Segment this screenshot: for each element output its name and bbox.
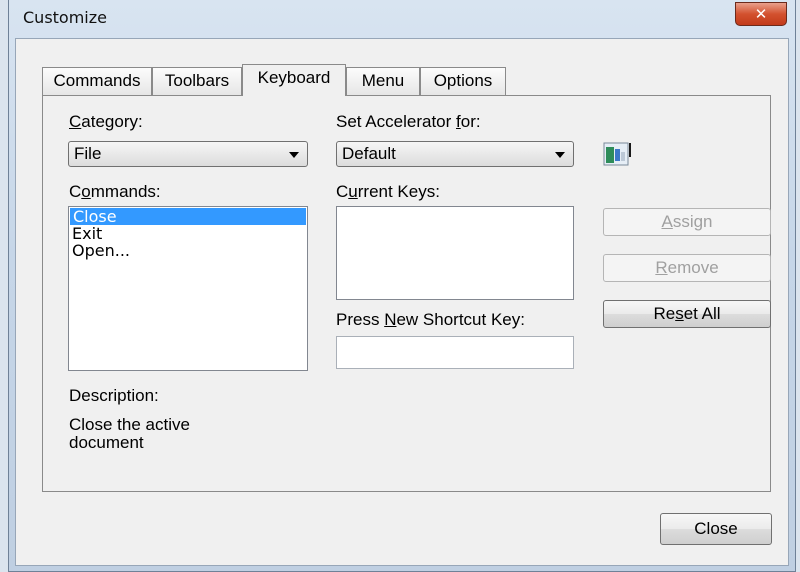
commands-list[interactable]: Close Exit Open... [68, 206, 308, 371]
close-icon: ✕ [754, 5, 768, 23]
tab-toolbars[interactable]: Toolbars [152, 67, 242, 95]
current-keys-list[interactable] [336, 206, 574, 300]
accelerator-dropdown[interactable]: Default [336, 141, 574, 167]
chevron-down-icon [289, 152, 299, 158]
category-dropdown[interactable]: File [68, 141, 308, 167]
accelerator-value: Default [342, 144, 396, 163]
tab-options[interactable]: Options [420, 67, 506, 95]
tab-menu[interactable]: Menu [346, 67, 420, 95]
assign-button[interactable]: Assign [603, 208, 771, 236]
category-value: File [74, 144, 102, 163]
current-keys-label: Current Keys: [336, 182, 440, 201]
shortcut-label: Press New Shortcut Key: [336, 310, 525, 329]
remove-button[interactable]: Remove [603, 254, 771, 282]
keyboard-panel: Category: File Set Accelerator for: Defa… [42, 95, 771, 492]
description-label: Description: [69, 386, 159, 405]
title-bar[interactable]: Customize ✕ [9, 0, 795, 40]
window-title: Customize [23, 8, 107, 27]
reset-all-button[interactable]: Reset All [603, 300, 771, 328]
list-item[interactable]: Close [70, 208, 306, 225]
shortcut-input[interactable] [336, 336, 574, 369]
toolbar-image-icon [603, 142, 631, 166]
description-text: Close the active document [69, 415, 190, 452]
customize-window: Customize ✕ Commands Toolbars Keyboard M… [8, 0, 796, 572]
accelerator-label: Set Accelerator for: [336, 112, 481, 131]
list-item[interactable]: Exit [69, 225, 307, 242]
category-label: Category: [69, 112, 143, 131]
tab-commands[interactable]: Commands [42, 67, 152, 95]
tab-keyboard[interactable]: Keyboard [242, 64, 346, 96]
dialog-client-area: Commands Toolbars Keyboard Menu Options … [15, 38, 789, 566]
close-button[interactable]: Close [660, 513, 772, 545]
list-item[interactable]: Open... [69, 242, 307, 259]
window-close-button[interactable]: ✕ [735, 2, 787, 26]
commands-label: Commands: [69, 182, 161, 201]
chevron-down-icon [555, 152, 565, 158]
